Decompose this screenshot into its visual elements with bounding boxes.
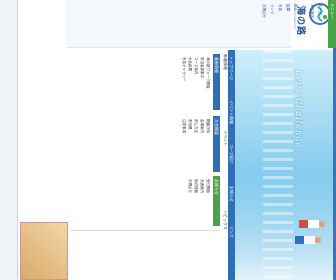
news-header-label: トピックス	[223, 210, 228, 230]
sidebar-link[interactable]: コース	[301, 4, 306, 14]
content-column-news: 最新情報 海の路ウォーク開催 参加者募集中 コース案内 大会結果 写真ギャラリー	[30, 54, 220, 110]
hero-banner: Let's Challenge	[235, 50, 333, 280]
event-photo[interactable]	[20, 222, 68, 280]
column-line[interactable]: 海の路ウォーク開催	[206, 57, 210, 89]
rotated-webpage: 海の路 www.uminomichi Let's Challenge トップペー…	[0, 0, 336, 280]
column-title: 大会概要	[213, 116, 220, 172]
main-nav: トップページ イベント情報 コース紹介 お知らせ リンク	[228, 50, 235, 280]
sidebar-link[interactable]: ホーム	[317, 4, 322, 14]
sidebar-link[interactable]: 写真	[277, 4, 282, 11]
sidebar-link[interactable]: リンク	[269, 4, 274, 15]
news-header: 新着情報 イベント トピックス	[223, 50, 228, 280]
nav-item-events[interactable]: イベント情報	[228, 100, 234, 124]
column-line[interactable]: 受付開始	[206, 179, 210, 193]
column-line[interactable]: 参加者募集中	[200, 57, 204, 78]
column-line[interactable]: 申込方法	[194, 119, 198, 133]
news-header-label: 新着情報	[223, 54, 228, 70]
nav-item-links[interactable]: リンク	[228, 226, 234, 238]
nav-item-news[interactable]: お知らせ	[228, 186, 234, 202]
column-line[interactable]: 交通案内	[200, 179, 204, 193]
column-title: お知らせ	[213, 176, 220, 226]
column-line[interactable]: 会場案内	[200, 119, 204, 133]
nav-item-top[interactable]: トップページ	[228, 56, 234, 80]
left-sidebar-title: メニュー	[328, 0, 336, 48]
news-header-label: イベント	[223, 130, 228, 146]
column-line[interactable]: 注意事項	[182, 119, 186, 133]
column-line[interactable]: 宿泊情報	[194, 179, 198, 193]
sidebar-link[interactable]: 結果	[285, 4, 290, 11]
column-line[interactable]: コース案内	[194, 57, 198, 74]
column-line[interactable]: 参加費	[188, 119, 192, 130]
hero-wave	[263, 50, 293, 280]
runner-figure	[295, 234, 321, 246]
nav-item-course[interactable]: コース紹介	[228, 144, 234, 164]
footer-band	[0, 0, 18, 280]
column-title: 最新情報	[213, 54, 220, 110]
hero-copy: Let's Challenge	[294, 70, 303, 149]
column-line[interactable]: 開催日時	[206, 119, 210, 133]
content-column-overview: 大会概要 開催日時 会場案内 申込方法 参加費 注意事項	[30, 116, 220, 172]
sidebar-link[interactable]: 申込	[293, 4, 298, 11]
sidebar-link[interactable]: 大会案内	[309, 4, 314, 18]
column-line[interactable]: 大会結果	[188, 57, 192, 71]
right-sidebar	[70, 230, 220, 280]
column-line[interactable]: お問合せ	[188, 179, 192, 193]
page: 海の路 www.uminomichi Let's Challenge トップペー…	[0, 0, 336, 280]
sidebar-link[interactable]: お問合せ	[261, 4, 266, 18]
runner-figure	[299, 218, 325, 230]
content-column-notices: お知らせ 受付開始 交通案内 宿泊情報 お問合せ	[30, 176, 220, 226]
column-line[interactable]: 写真ギャラリー	[182, 57, 186, 82]
